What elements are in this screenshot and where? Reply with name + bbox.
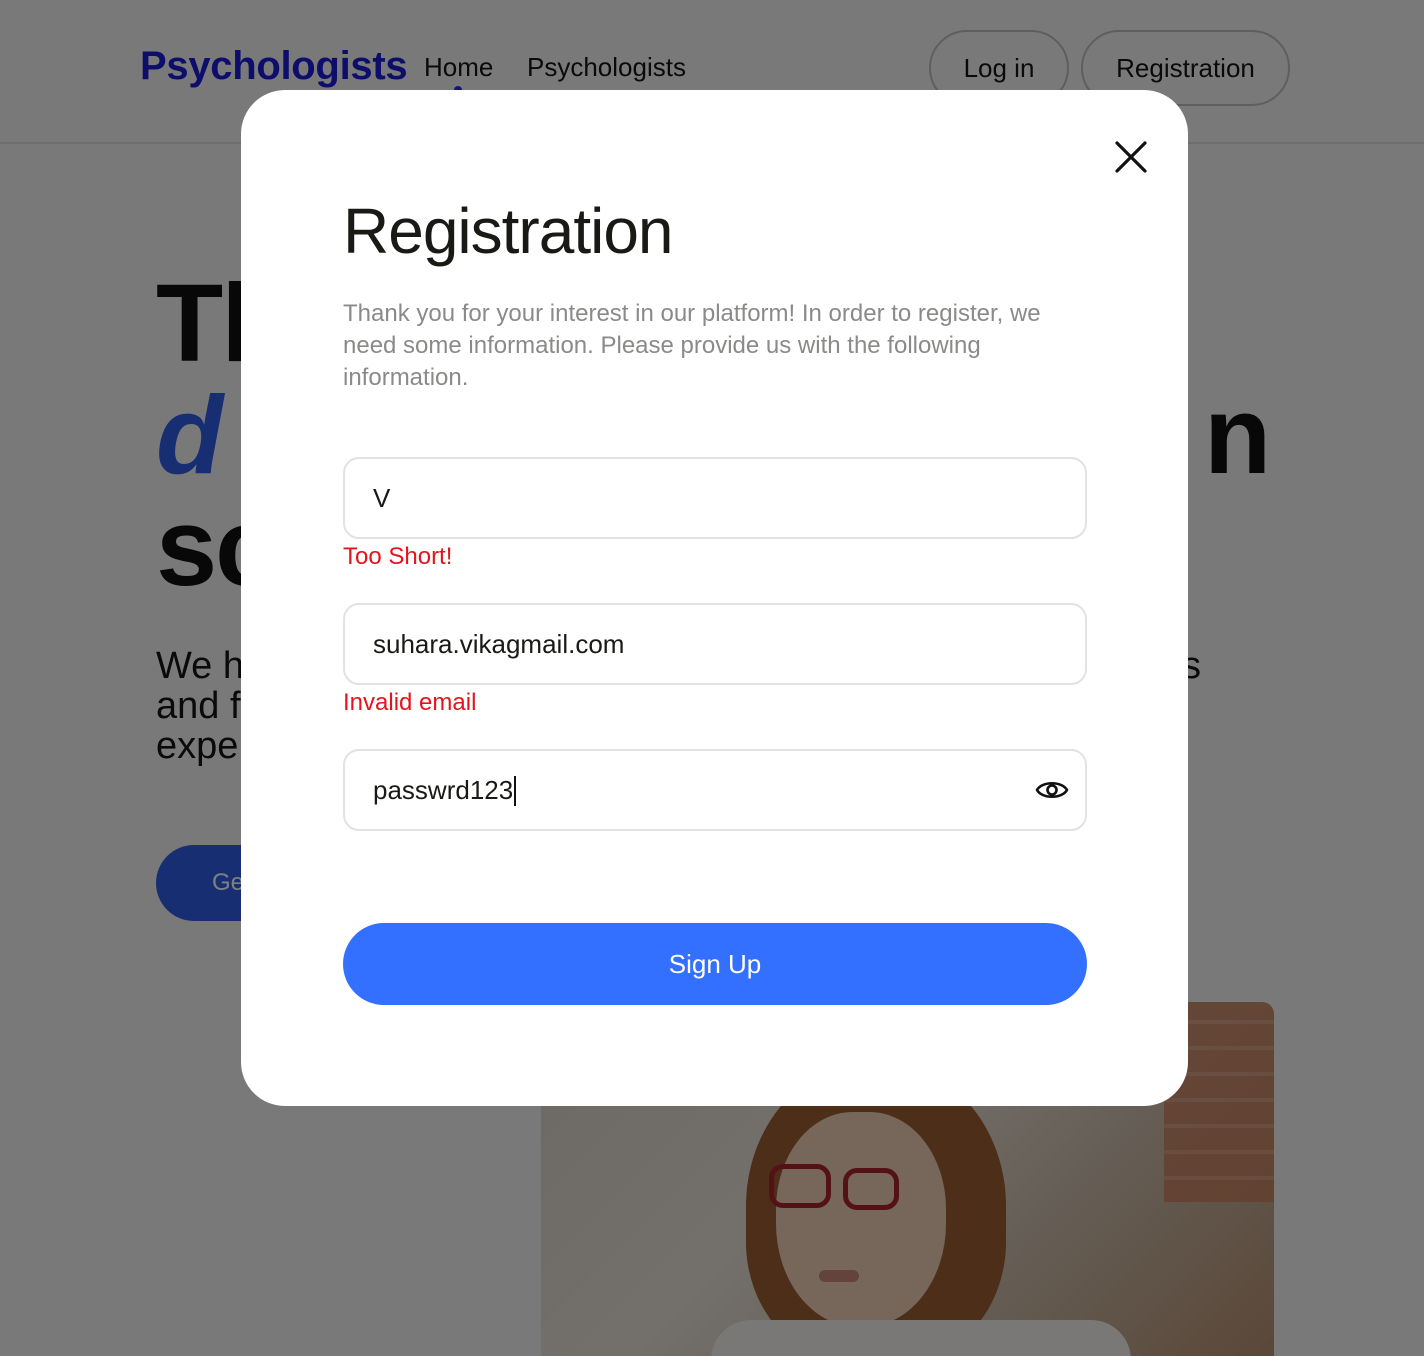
- modal-description: Thank you for your interest in our platf…: [343, 300, 1041, 391]
- name-field: [343, 457, 1087, 539]
- name-input[interactable]: [345, 459, 1085, 537]
- close-button[interactable]: [1106, 132, 1156, 182]
- password-field: [343, 749, 1087, 831]
- name-error-message: Too Short!: [343, 543, 453, 570]
- text-cursor: [514, 776, 516, 806]
- email-input[interactable]: [345, 605, 1085, 683]
- toggle-password-visibility-button[interactable]: [1030, 771, 1074, 809]
- modal-title: Registration: [343, 195, 673, 267]
- close-icon: [1115, 141, 1147, 173]
- eye-icon: [1035, 781, 1069, 799]
- email-field: [343, 603, 1087, 685]
- password-input[interactable]: [345, 751, 1085, 829]
- sign-up-button[interactable]: Sign Up: [343, 923, 1087, 1005]
- email-error-message: Invalid email: [343, 689, 477, 716]
